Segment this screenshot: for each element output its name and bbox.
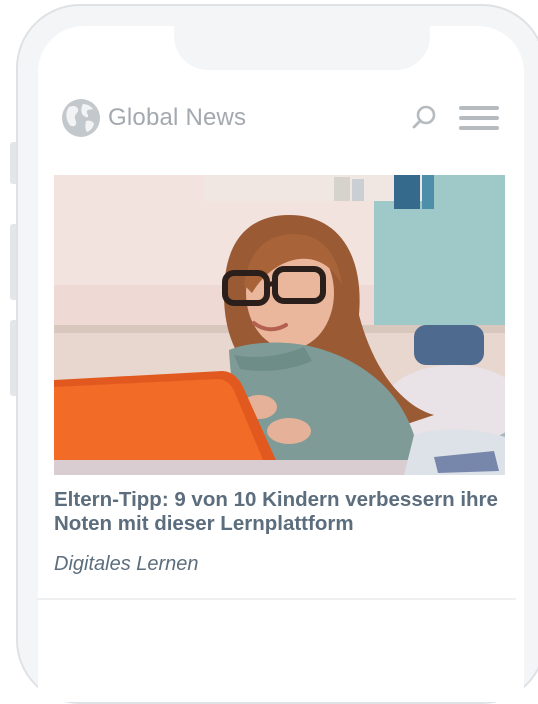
phone-notch: [174, 26, 430, 70]
hamburger-menu-button[interactable]: [459, 106, 499, 130]
article-headline[interactable]: Eltern-Tipp: 9 von 10 Kindern verbessern…: [54, 488, 514, 536]
menu-line: [459, 106, 499, 110]
site-header: Global News: [60, 96, 500, 140]
article-image[interactable]: [54, 175, 505, 475]
menu-line: [459, 126, 499, 130]
article-category[interactable]: Digitales Lernen: [54, 553, 199, 576]
globe-icon: [62, 99, 100, 137]
logo-text: Global News: [108, 104, 247, 131]
site-logo[interactable]: Global News: [60, 96, 246, 140]
menu-line: [459, 116, 499, 120]
search-button[interactable]: [410, 104, 438, 132]
article-photo: [54, 175, 505, 475]
search-icon: [412, 105, 436, 129]
